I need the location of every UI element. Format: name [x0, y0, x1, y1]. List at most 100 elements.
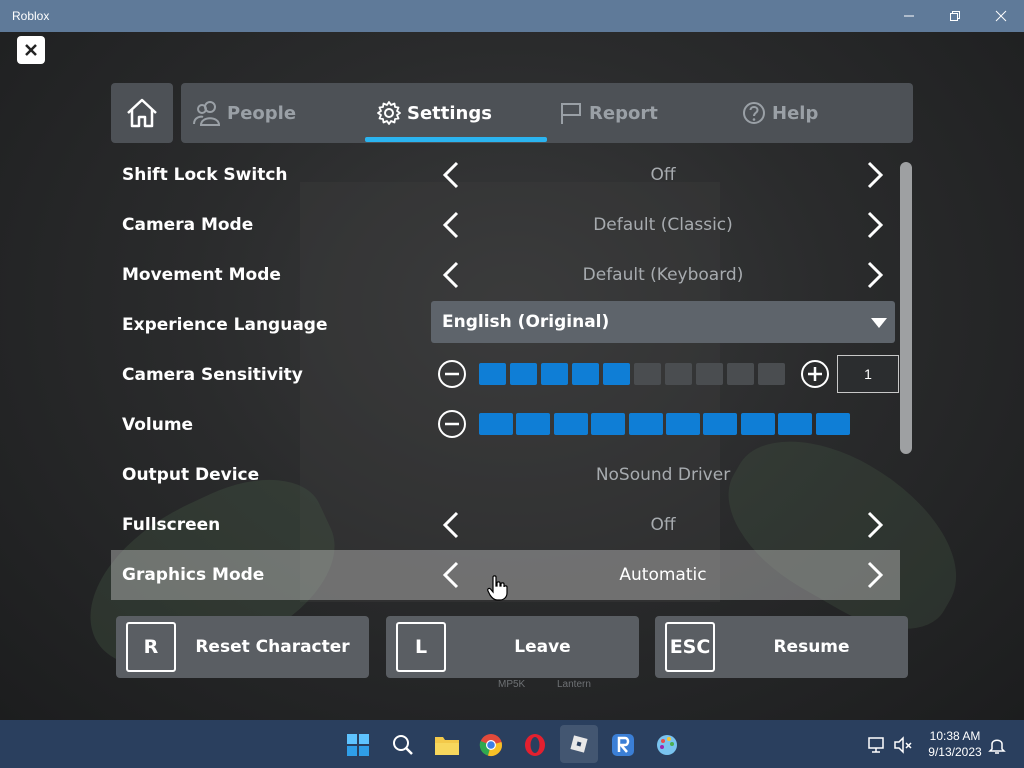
leave-button[interactable]: L Leave [386, 616, 639, 678]
setting-row-camera-mode: Camera Mode Default (Classic) [111, 200, 900, 250]
chevron-right-icon[interactable] [859, 160, 889, 190]
file-explorer-button[interactable] [432, 730, 462, 760]
sensitivity-segment[interactable] [479, 363, 506, 385]
chevron-right-icon[interactable] [859, 260, 889, 290]
help-icon [743, 102, 765, 124]
bell-icon [988, 739, 1006, 754]
setting-label: Volume [122, 415, 194, 435]
sensitivity-segment[interactable] [634, 363, 661, 385]
sensitivity-segment[interactable] [603, 363, 630, 385]
volume-decrease-button[interactable] [437, 409, 467, 439]
maximize-button[interactable] [932, 0, 978, 32]
sensitivity-decrease-button[interactable] [437, 359, 467, 389]
roblox-studio-button[interactable] [608, 730, 638, 760]
volume-tray-button[interactable] [888, 730, 918, 760]
setting-row-fullscreen: Fullscreen Off [111, 500, 900, 550]
tab-report[interactable]: Report [559, 83, 658, 143]
sensitivity-segment[interactable] [665, 363, 692, 385]
tab-help-label: Help [772, 102, 819, 124]
volume-segment[interactable] [591, 413, 626, 435]
reset-character-button[interactable]: R Reset Character [116, 616, 369, 678]
taskbar-clock[interactable]: 10:38 AM 9/13/2023 [920, 728, 990, 760]
sensitivity-segment[interactable] [572, 363, 599, 385]
volume-segment[interactable] [740, 413, 775, 435]
roblox-r-icon [612, 734, 634, 756]
resume-label: Resume [773, 637, 850, 657]
menu-tabbar: People Settings Report Help [181, 83, 913, 143]
windows-taskbar: 10:38 AM 9/13/2023 [0, 720, 1024, 768]
chrome-icon [479, 734, 502, 756]
background-nametag: MP5K [498, 679, 526, 690]
tab-settings-label: Settings [407, 102, 492, 124]
roblox-app-button[interactable] [560, 725, 598, 763]
setting-label: Experience Language [122, 315, 328, 335]
chevron-right-icon[interactable] [859, 210, 889, 240]
tab-people[interactable]: People [193, 83, 296, 143]
chrome-button[interactable] [476, 730, 506, 760]
resume-button[interactable]: ESC Resume [655, 616, 908, 678]
tab-home[interactable] [111, 83, 173, 143]
sensitivity-segment[interactable] [758, 363, 785, 385]
search-button[interactable] [388, 730, 418, 760]
notifications-button[interactable] [982, 730, 1012, 760]
sensitivity-segment[interactable] [727, 363, 754, 385]
settings-scrollbar[interactable] [900, 162, 912, 454]
sensitivity-increase-button[interactable] [800, 359, 830, 389]
volume-segment[interactable] [778, 413, 813, 435]
close-window-button[interactable] [978, 0, 1024, 32]
volume-segment[interactable] [815, 413, 850, 435]
volume-segment[interactable] [666, 413, 700, 435]
network-icon [868, 737, 884, 753]
sensitivity-segment[interactable] [541, 363, 568, 385]
background-nametag: Lantern [557, 679, 591, 690]
sensitivity-segment[interactable] [696, 363, 723, 385]
minimize-button[interactable] [886, 0, 932, 32]
gear-icon [377, 101, 401, 125]
close-menu-button[interactable] [17, 36, 45, 64]
sensitivity-value-input[interactable]: 1 [837, 355, 899, 393]
setting-label: Shift Lock Switch [122, 165, 288, 185]
setting-row-movement-mode: Movement Mode Default (Keyboard) [111, 250, 900, 300]
search-icon [393, 735, 413, 755]
language-dropdown[interactable]: English (Original) [431, 301, 895, 343]
setting-label: Movement Mode [122, 265, 281, 285]
triangle-down-icon [871, 318, 887, 328]
setting-label: Fullscreen [122, 515, 221, 535]
start-button[interactable] [343, 730, 373, 760]
volume-segment[interactable] [553, 413, 588, 435]
volume-segment[interactable] [516, 413, 551, 435]
flag-icon [561, 103, 581, 124]
tab-settings[interactable]: Settings [377, 83, 492, 143]
hand-cursor-icon [487, 575, 508, 601]
speaker-muted-icon [894, 736, 912, 754]
setting-value: NoSound Driver [595, 465, 731, 485]
chevron-right-icon[interactable] [859, 510, 889, 540]
volume-segment[interactable] [703, 413, 738, 435]
setting-row-shift-lock: Shift Lock Switch Off [111, 150, 900, 200]
setting-label: Camera Mode [122, 215, 254, 235]
close-icon [25, 44, 37, 56]
reset-character-label: Reset Character [195, 637, 350, 657]
keycap-esc: ESC [665, 622, 715, 672]
people-icon [193, 101, 221, 126]
clock-date: 9/13/2023 [928, 745, 982, 759]
setting-value: Off [650, 515, 676, 535]
tab-help[interactable]: Help [742, 83, 818, 143]
volume-segment[interactable] [479, 413, 513, 435]
window-title: Roblox [12, 9, 50, 23]
language-selected-value: English (Original) [442, 312, 610, 332]
setting-label: Output Device [122, 465, 260, 485]
volume-segment[interactable] [628, 413, 663, 435]
window-titlebar: Roblox [0, 0, 1024, 32]
leave-label: Leave [514, 637, 571, 657]
restore-icon [950, 11, 960, 21]
windows-logo-icon [347, 734, 369, 756]
sensitivity-segment[interactable] [510, 363, 537, 385]
setting-value: Off [650, 165, 676, 185]
chevron-right-icon[interactable] [859, 560, 889, 590]
close-icon [995, 10, 1007, 22]
opera-icon [525, 734, 545, 756]
keycap-l: L [396, 622, 446, 672]
paint-button[interactable] [652, 730, 682, 760]
opera-button[interactable] [520, 730, 550, 760]
